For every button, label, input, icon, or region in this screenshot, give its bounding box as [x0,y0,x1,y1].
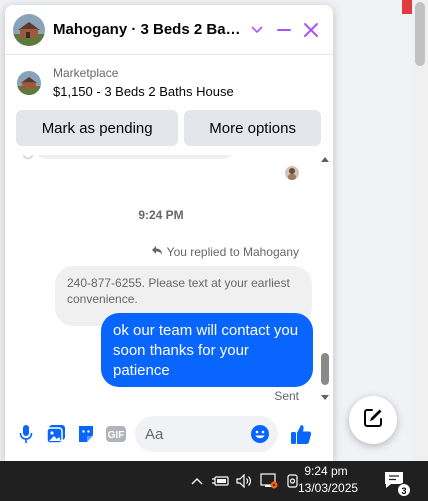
reply-context: You replied to Mahogany [151,244,299,259]
new-message-button[interactable] [349,396,397,444]
listing-thumbnail[interactable] [13,13,45,46]
message-list[interactable]: 9:24 PM You replied to Mahogany 240-877-… [5,155,333,402]
message-timestamp: 9:24 PM [138,208,184,222]
gif-icon[interactable]: GIF [101,419,131,449]
emoji-icon[interactable] [250,424,270,449]
chevron-up-icon[interactable] [186,471,208,491]
listing-source: Marketplace [53,66,119,80]
previous-message-bubble [35,155,235,159]
seen-avatar [285,166,299,180]
taskbar: 9:24 pm 13/03/2025 3 [0,461,428,501]
taskbar-date: 13/03/2025 [298,481,359,495]
page-scrollbar[interactable] [412,0,428,461]
mark-as-pending-button[interactable]: Mark as pending [16,110,179,146]
previous-message-marker [23,155,33,159]
reply-arrow-icon [151,244,163,259]
reply-context-label: You replied to Mahogany [166,244,299,259]
chat-window: Mahogany · 3 Beds 2 Bath… Marketplace $1… [5,5,333,461]
taskbar-clock[interactable]: 9:24 pm 13/03/2025 [298,463,359,497]
sticker-icon[interactable] [71,419,101,449]
minimize-icon[interactable] [270,16,297,44]
page-scrollbar-thumb[interactable] [415,2,425,66]
scroll-down-arrow[interactable] [321,395,329,400]
notification-icon[interactable]: 3 [383,470,411,497]
listing-panel: Marketplace $1,150 - 3 Beds 2 Baths Hous… [5,55,333,155]
thumbs-up-icon[interactable] [286,419,316,449]
photo-icon[interactable] [41,419,71,449]
network-icon[interactable] [258,471,280,491]
message-scrollbar-thumb[interactable] [321,353,329,385]
message-composer: GIF [5,407,333,461]
message-scrollbar[interactable] [317,155,333,402]
compose-icon [362,407,384,434]
message-input[interactable] [135,425,245,443]
gif-label: GIF [108,430,125,441]
close-icon[interactable] [298,16,325,44]
taskbar-time: 9:24 pm [304,464,348,478]
microphone-icon[interactable] [11,419,41,449]
volume-icon[interactable] [234,471,256,491]
battery-icon[interactable] [210,471,232,491]
chat-title[interactable]: Mahogany · 3 Beds 2 Bath… [53,21,243,38]
message-status: Sent [274,389,299,402]
chevron-down-icon[interactable] [243,16,270,44]
listing-title[interactable]: $1,150 - 3 Beds 2 Baths House [53,83,234,101]
chat-header: Mahogany · 3 Beds 2 Bath… [5,5,333,55]
listing-thumbnail-small[interactable] [17,71,41,95]
message-input-wrapper [135,416,278,452]
scroll-up-arrow[interactable] [321,157,329,162]
outgoing-message[interactable]: ok our team will contact you soon thanks… [101,313,313,387]
notification-badge: 3 [397,483,411,497]
more-options-button[interactable]: More options [184,110,321,146]
window-corner-mark [402,0,412,14]
